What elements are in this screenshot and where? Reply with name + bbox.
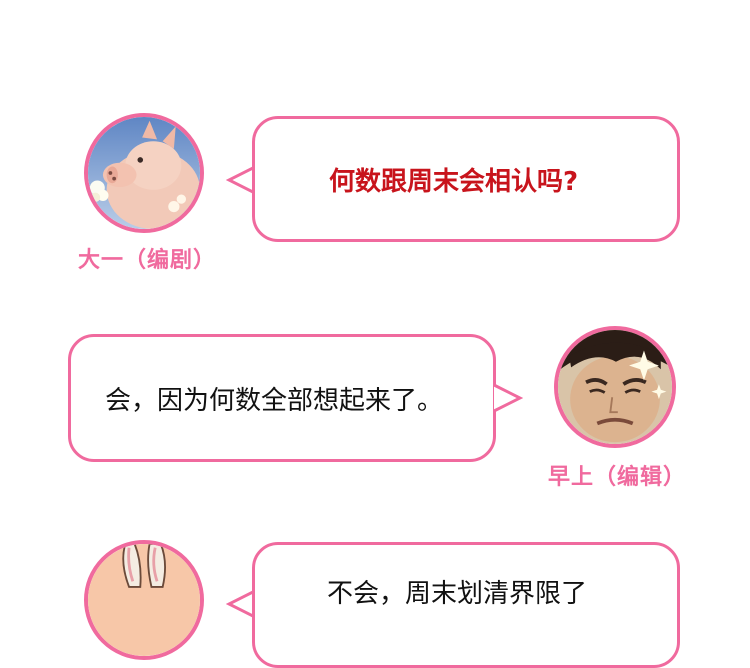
pig-avatar — [84, 113, 204, 233]
speech-bubble: 不会，周末划清界限了 — [252, 542, 680, 668]
speaker-name: 大一（编剧） — [78, 248, 217, 273]
speaker-name: 早上（编辑） — [548, 465, 687, 490]
message-text: 何数跟周末会相认吗? — [329, 166, 579, 197]
rabbit-avatar — [84, 540, 204, 660]
speech-bubble: 会，因为何数全部想起来了。 — [68, 334, 496, 462]
speech-bubble: 何数跟周末会相认吗? — [252, 116, 680, 242]
crying-man-avatar — [554, 326, 676, 448]
bubble-tail — [493, 383, 523, 413]
message-text: 会，因为何数全部想起来了。 — [105, 385, 444, 416]
message-text: 不会，周末划清界限了 — [327, 579, 588, 609]
